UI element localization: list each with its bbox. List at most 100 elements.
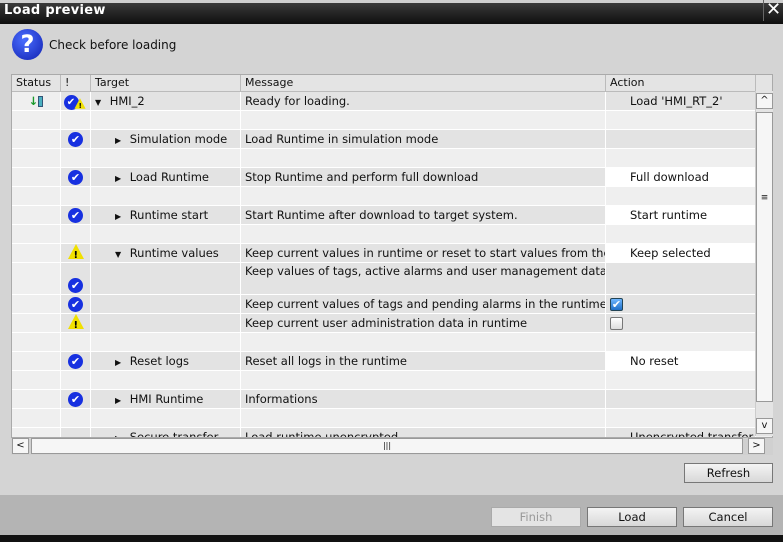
scroll-down-button[interactable]: v bbox=[756, 418, 773, 434]
dialog-heading: Check before loading bbox=[49, 38, 177, 52]
column-header-status[interactable]: Status bbox=[12, 75, 61, 92]
message-cell bbox=[241, 409, 606, 428]
expand-arrow-icon[interactable]: ▶ bbox=[115, 396, 124, 405]
action-cell[interactable]: Start runtime bbox=[606, 206, 756, 225]
target-label: HMI_2 bbox=[109, 94, 145, 108]
status-cell bbox=[12, 187, 61, 206]
action-value[interactable]: Keep selected bbox=[630, 246, 711, 260]
message-cell: Stop Runtime and perform full download bbox=[241, 168, 606, 187]
success-check-icon: ✔ bbox=[68, 354, 83, 369]
action-value[interactable]: No reset bbox=[630, 354, 678, 368]
target-cell bbox=[91, 187, 241, 206]
message-cell bbox=[241, 225, 606, 244]
action-cell bbox=[606, 111, 756, 130]
vertical-scrollbar[interactable]: ^ ≡ v bbox=[755, 91, 773, 436]
status-cell bbox=[12, 390, 61, 409]
action-cell bbox=[606, 371, 756, 390]
target-cell: ▶ Reset logs bbox=[91, 352, 241, 371]
bottom-border bbox=[0, 535, 783, 542]
message-cell: Keep values of tags, active alarms and u… bbox=[241, 263, 606, 295]
action-cell: Load 'HMI_RT_2' bbox=[606, 92, 756, 111]
horizontal-scrollbar[interactable]: < ||| > bbox=[11, 438, 773, 455]
message-cell: Load Runtime in simulation mode bbox=[241, 130, 606, 149]
message-text: Start Runtime after download to target s… bbox=[245, 208, 518, 222]
action-value[interactable]: Full download bbox=[630, 170, 709, 184]
alert-cell bbox=[61, 244, 91, 263]
expand-arrow-icon[interactable]: ▶ bbox=[115, 212, 124, 221]
finish-button[interactable]: Finish bbox=[491, 507, 581, 527]
message-cell: Keep current values in runtime or reset … bbox=[241, 244, 606, 263]
success-check-icon: ✔ bbox=[68, 208, 83, 223]
message-cell: Informations bbox=[241, 390, 606, 409]
alert-cell bbox=[61, 111, 91, 130]
message-cell: Keep current values of tags and pending … bbox=[241, 295, 606, 314]
message-text: Keep current user administration data in… bbox=[245, 316, 528, 330]
action-cell[interactable]: Keep selected bbox=[606, 244, 756, 263]
action-cell[interactable]: Full download bbox=[606, 168, 756, 187]
message-cell bbox=[241, 187, 606, 206]
target-cell bbox=[91, 263, 241, 295]
alert-cell: ✔ bbox=[61, 92, 91, 111]
message-cell: Keep current user administration data in… bbox=[241, 314, 606, 333]
option-checkbox[interactable]: ✔ bbox=[610, 298, 623, 311]
alert-cell: ✔ bbox=[61, 352, 91, 371]
collapse-arrow-icon[interactable]: ▼ bbox=[115, 250, 124, 259]
expand-arrow-icon[interactable]: ▶ bbox=[115, 174, 124, 183]
alert-cell: ✔ bbox=[61, 130, 91, 149]
collapse-arrow-icon[interactable]: ▼ bbox=[95, 98, 104, 107]
status-cell bbox=[12, 428, 61, 437]
message-text: Reset all logs in the runtime bbox=[245, 354, 408, 368]
status-cell: ↓ bbox=[12, 92, 61, 111]
scroll-up-button[interactable]: ^ bbox=[756, 93, 773, 109]
horizontal-scroll-thumb[interactable]: ||| bbox=[31, 438, 743, 454]
target-label: Reset logs bbox=[129, 354, 190, 368]
column-header-target[interactable]: Target bbox=[91, 75, 241, 92]
target-cell: ▶ Load Runtime bbox=[91, 168, 241, 187]
action-value[interactable]: Load 'HMI_RT_2' bbox=[630, 94, 723, 108]
action-value[interactable]: Start runtime bbox=[630, 208, 707, 222]
target-cell: ▶ HMI Runtime bbox=[91, 390, 241, 409]
action-cell[interactable]: No reset bbox=[606, 352, 756, 371]
status-cell bbox=[12, 333, 61, 352]
option-checkbox[interactable] bbox=[610, 317, 623, 330]
column-header-alert[interactable]: ! bbox=[61, 75, 91, 92]
target-cell bbox=[91, 333, 241, 352]
question-icon: ? bbox=[12, 29, 43, 60]
expand-arrow-icon[interactable]: ▶ bbox=[115, 136, 124, 145]
download-device-icon: ↓ bbox=[29, 94, 44, 108]
status-cell bbox=[12, 130, 61, 149]
status-cell bbox=[12, 149, 61, 168]
column-header-action[interactable]: Action bbox=[606, 75, 756, 92]
message-cell: Reset all logs in the runtime bbox=[241, 352, 606, 371]
alert-cell bbox=[61, 187, 91, 206]
message-cell bbox=[241, 149, 606, 168]
warning-icon bbox=[67, 314, 84, 332]
action-cell bbox=[606, 333, 756, 352]
target-cell bbox=[91, 225, 241, 244]
column-header-message[interactable]: Message bbox=[241, 75, 606, 92]
status-cell bbox=[12, 295, 61, 314]
message-cell bbox=[241, 333, 606, 352]
target-cell: ▶ Simulation mode bbox=[91, 130, 241, 149]
action-cell: Unencrypted transfer bbox=[606, 428, 756, 437]
target-label: Simulation mode bbox=[129, 132, 228, 146]
scroll-right-button[interactable]: > bbox=[748, 438, 765, 454]
scroll-thumb[interactable]: ≡ bbox=[756, 112, 773, 402]
column-header-spacer bbox=[756, 75, 772, 92]
success-check-icon: ✔ bbox=[68, 132, 83, 147]
target-cell bbox=[91, 111, 241, 130]
action-cell bbox=[606, 130, 756, 149]
close-icon[interactable]: ✕ bbox=[763, 0, 783, 21]
alert-cell bbox=[61, 371, 91, 390]
target-cell bbox=[91, 314, 241, 333]
alert-cell bbox=[61, 225, 91, 244]
expand-arrow-icon[interactable]: ▶ bbox=[115, 358, 124, 367]
action-cell bbox=[606, 263, 756, 295]
refresh-button[interactable]: Refresh bbox=[684, 463, 773, 483]
scroll-left-button[interactable]: < bbox=[12, 438, 29, 454]
action-cell bbox=[606, 409, 756, 428]
action-value[interactable]: Unencrypted transfer bbox=[630, 430, 753, 437]
load-button[interactable]: Load bbox=[587, 507, 677, 527]
message-text: Keep values of tags, active alarms and u… bbox=[245, 264, 606, 278]
cancel-button[interactable]: Cancel bbox=[683, 507, 773, 527]
